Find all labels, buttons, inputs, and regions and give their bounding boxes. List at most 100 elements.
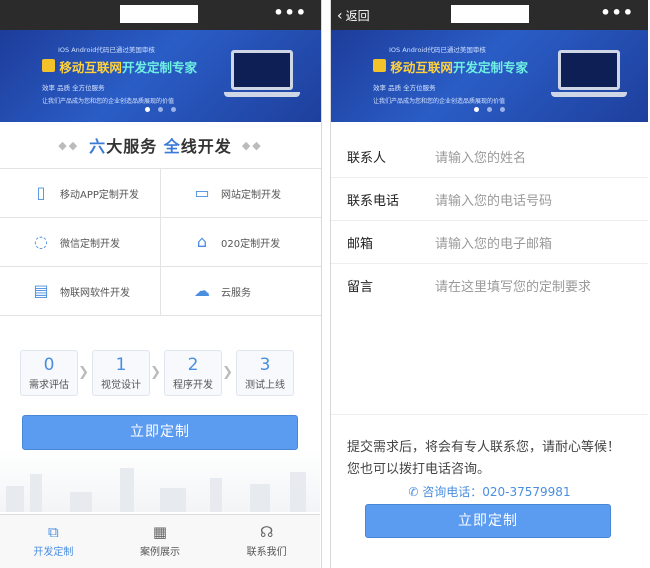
step-label: 程序开发 [173, 380, 213, 391]
form-row-email[interactable]: 邮箱 请输入您的电子邮箱 [331, 221, 648, 264]
step-label: 需求评估 [29, 380, 69, 391]
chevron-right-icon: ❯ [78, 365, 89, 380]
step-card: 0 需求评估 ❯ [20, 350, 89, 396]
contact-form: 联系人 请输入您的姓名 联系电话 请输入您的电话号码 邮箱 请输入您的电子邮箱 … [331, 135, 648, 415]
service-label: 微信定制开发 [60, 238, 120, 250]
carousel-dot[interactable] [145, 107, 150, 112]
banner-top-line: IOS Android代码已通过美国审核 [58, 46, 155, 54]
banner-subtitle: 效率 品质 全方位服务 [373, 84, 436, 92]
tab-contact[interactable]: ☊ 联系我们 [213, 515, 320, 568]
banner-title: 移动互联网开发定制专家 [373, 57, 528, 76]
service-label: 020定制开发 [221, 238, 281, 250]
step-number: 0 [43, 355, 55, 375]
service-iot[interactable]: ▤ 物联网软件开发 [0, 267, 161, 315]
page-title-box [120, 5, 198, 23]
bottom-tab-bar: ⧉ 开发定制 ▦ 案例展示 ☊ 联系我们 [0, 514, 320, 568]
services-grid: ▯ 移动APP定制开发 ▭ 网站定制开发 ◌ 微信定制开发 ⌂ 020定制开发 ▤ 物联网… [0, 168, 321, 316]
laptop-illustration-icon [224, 50, 300, 97]
chevron-left-icon: ‹ [337, 8, 343, 24]
monitor-icon: ▭ [194, 183, 210, 202]
banner-title-part1: 移动互联网 [59, 60, 122, 75]
email-field[interactable]: 请输入您的电子邮箱 [435, 233, 552, 252]
banner-title-part2: 开发定制专家 [121, 60, 197, 75]
phone-field[interactable]: 请输入您的电话号码 [435, 190, 552, 209]
mobile-icon: ▯ [36, 183, 46, 202]
layers-icon: ⧉ [47, 523, 59, 541]
carousel-dot[interactable] [158, 107, 163, 112]
message-field[interactable]: 请在这里填写您的定制要求 [435, 276, 591, 295]
chevron-right-icon: ❯ [150, 365, 161, 380]
diamond-decoration-icon: ◆◆ [241, 138, 263, 152]
more-menu-icon[interactable]: ••• [273, 3, 307, 22]
phone-icon: ✆ [408, 485, 423, 499]
service-o2o[interactable]: ⌂ 020定制开发 [161, 218, 321, 266]
customize-now-button[interactable]: 立即定制 [22, 415, 298, 450]
heading-highlight-2: 全 [163, 137, 181, 156]
email-field-label: 邮箱 [347, 236, 374, 252]
message-textarea-area[interactable] [331, 307, 648, 415]
carousel-dots[interactable] [0, 97, 321, 116]
tab-cases[interactable]: ▦ 案例展示 [107, 515, 214, 568]
process-steps: 0 需求评估 ❯ 1 视觉设计 ❯ 2 程序开发 ❯ 3 测试上线 [20, 350, 294, 396]
heading-text-1: 大服务 [106, 137, 158, 156]
promo-banner[interactable]: IOS Android代码已通过美国审核 移动互联网开发定制专家 效率 品质 全… [331, 30, 648, 122]
service-mobile-app[interactable]: ▯ 移动APP定制开发 [0, 169, 161, 217]
carousel-dots[interactable] [331, 97, 648, 116]
submit-note: 提交需求后，将会有专人联系您，请耐心等候！您也可以拨打电话咨询。 [347, 440, 621, 477]
form-row-phone[interactable]: 联系电话 请输入您的电话号码 [331, 178, 648, 221]
grid-icon: ▦ [152, 523, 168, 541]
message-field-label: 留言 [347, 280, 374, 295]
name-field-label: 联系人 [347, 150, 387, 166]
tab-label: 案例展示 [140, 547, 180, 558]
wechat-icon: ◌ [34, 232, 48, 251]
headset-icon: ☊ [260, 523, 274, 541]
back-button[interactable]: ‹ 返回 [337, 7, 370, 24]
back-label: 返回 [345, 9, 370, 23]
diamond-decoration-icon: ◆◆ [58, 138, 80, 152]
service-label: 网站定制开发 [221, 189, 281, 201]
laptop-illustration-icon [551, 50, 627, 97]
service-label: 移动APP定制开发 [60, 189, 139, 201]
store-icon: ⌂ [196, 232, 208, 251]
name-field[interactable]: 请输入您的姓名 [435, 147, 526, 166]
step-number: 1 [115, 355, 127, 375]
cloud-icon: ☁ [194, 281, 210, 300]
carousel-dot[interactable] [474, 107, 479, 112]
more-menu-icon[interactable]: ••• [600, 3, 634, 22]
step-label: 视觉设计 [101, 380, 141, 391]
banner-title-part1: 移动互联网 [390, 60, 453, 75]
step-card: 1 视觉设计 ❯ [92, 350, 161, 396]
chevron-right-icon: ❯ [222, 365, 233, 380]
city-skyline-decoration [0, 450, 320, 512]
service-website[interactable]: ▭ 网站定制开发 [161, 169, 321, 217]
consult-phone-link[interactable]: ✆ 咨询电话：020-37579981 [331, 483, 648, 500]
step-card: 2 程序开发 ❯ [164, 350, 233, 396]
carousel-dot[interactable] [171, 107, 176, 112]
phone-field-label: 联系电话 [347, 193, 400, 209]
consult-phone-text: 咨询电话：020-37579981 [422, 485, 571, 499]
banner-title: 移动互联网开发定制专家 [42, 57, 197, 76]
step-card: 3 测试上线 [236, 350, 294, 396]
title-bar: ‹ 返回 ••• [331, 0, 648, 30]
step-number: 2 [187, 355, 199, 375]
promo-banner[interactable]: IOS Android代码已通过美国审核 移动互联网开发定制专家 效率 品质 全… [0, 30, 321, 122]
heading-text-2: 线开发 [180, 137, 232, 156]
form-row-message[interactable]: 留言 请在这里填写您的定制要求 [331, 264, 648, 307]
banner-top-line: IOS Android代码已通过美国审核 [389, 46, 486, 54]
step-label: 测试上线 [245, 380, 285, 391]
tab-development[interactable]: ⧉ 开发定制 [0, 515, 107, 568]
services-row: ▤ 物联网软件开发 ☁ 云服务 [0, 267, 321, 316]
iot-icon: ▤ [33, 281, 49, 300]
service-label: 云服务 [221, 287, 251, 299]
submit-customize-button[interactable]: 立即定制 [365, 504, 611, 538]
right-screen: ‹ 返回 ••• IOS Android代码已通过美国审核 移动互联网开发定制专家… [330, 0, 648, 568]
heading-highlight-1: 六 [89, 137, 107, 156]
carousel-dot[interactable] [500, 107, 505, 112]
services-row: ◌ 微信定制开发 ⌂ 020定制开发 [0, 218, 321, 267]
services-row: ▯ 移动APP定制开发 ▭ 网站定制开发 [0, 169, 321, 218]
service-label: 物联网软件开发 [60, 287, 130, 299]
service-cloud[interactable]: ☁ 云服务 [161, 267, 321, 315]
service-wechat[interactable]: ◌ 微信定制开发 [0, 218, 161, 266]
form-row-name[interactable]: 联系人 请输入您的姓名 [331, 135, 648, 178]
carousel-dot[interactable] [487, 107, 492, 112]
